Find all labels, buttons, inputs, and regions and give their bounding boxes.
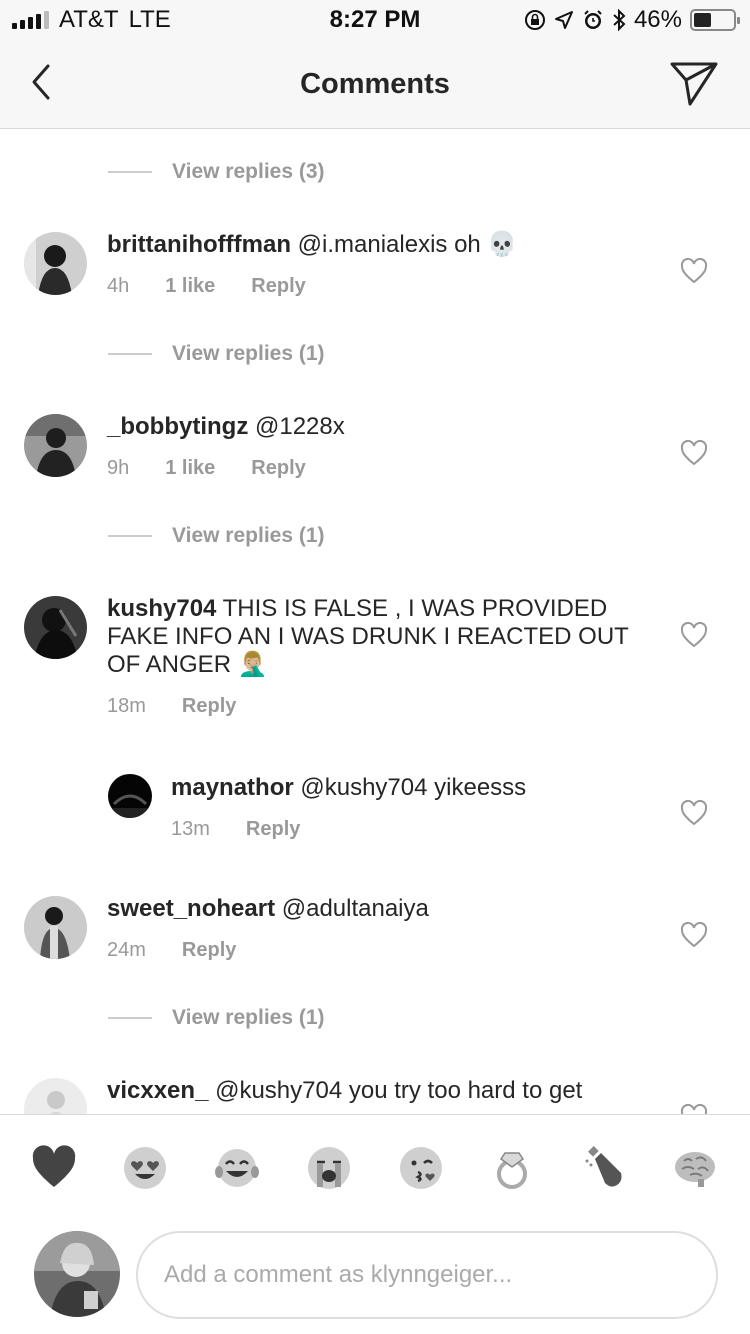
comment-username[interactable]: kushy704 [107, 595, 216, 622]
avatar[interactable] [24, 232, 87, 295]
comments-list[interactable]: View replies (3) brittanihofffman @i.man… [0, 130, 750, 1115]
reply-button[interactable]: Reply [246, 818, 300, 841]
rotation-lock-icon [524, 10, 545, 30]
comment-likes[interactable]: 1 like [165, 457, 215, 480]
reply-button[interactable]: Reply [182, 939, 236, 962]
comment-username[interactable]: vicxxen_ [107, 1077, 208, 1104]
comment-username[interactable]: sweet_noheart [107, 895, 275, 922]
avatar[interactable] [24, 896, 87, 959]
comment-input[interactable] [136, 1231, 718, 1319]
bluetooth-icon [613, 9, 626, 31]
comment-text-line: THIS IS FALSE , I WAS PROVIDED [222, 595, 608, 622]
comment-text: @1228x [255, 413, 345, 440]
heart-icon[interactable] [680, 440, 708, 466]
divider [108, 1017, 152, 1019]
view-replies-label: View replies (1) [172, 524, 325, 547]
comment-time: 18m [107, 695, 146, 717]
current-user-avatar [34, 1231, 120, 1317]
comment-likes[interactable]: 1 like [165, 275, 215, 298]
comment-username[interactable]: brittanihofffman [107, 231, 291, 258]
heart-icon[interactable] [680, 922, 708, 948]
avatar[interactable] [24, 414, 87, 477]
page-title: Comments [300, 68, 450, 100]
view-replies-button[interactable]: View replies (3) [108, 160, 325, 184]
comment-username[interactable]: maynathor [171, 774, 294, 801]
view-replies-label: View replies (1) [172, 342, 325, 365]
battery-fill [694, 13, 712, 27]
battery-icon [690, 9, 740, 31]
view-replies-button[interactable]: View replies (1) [108, 1006, 325, 1030]
tears-of-joy-emoji[interactable] [214, 1145, 260, 1191]
comment-text: @adultanaiya [281, 895, 429, 922]
reply-button[interactable]: Reply [251, 457, 305, 480]
comment-time: 9h [107, 457, 130, 479]
avatar[interactable] [108, 774, 152, 818]
loudly-crying-emoji[interactable] [306, 1145, 352, 1191]
reply-button[interactable]: Reply [251, 275, 305, 298]
reply-button[interactable]: Reply [182, 695, 236, 718]
alarm-icon [584, 10, 602, 29]
comment-text-line: FAKE INFO AN I WAS DRUNK I REACTED OUT [107, 623, 629, 650]
comment-time: 24m [107, 939, 146, 961]
comment-text: @kushy704 you try too hard to get [215, 1077, 583, 1104]
bottle-with-popping-cork-emoji[interactable] [581, 1145, 627, 1191]
view-replies-button[interactable]: View replies (1) [108, 524, 325, 548]
battery-percent: 46% [633, 6, 682, 33]
face-blowing-kiss-emoji[interactable] [398, 1145, 444, 1191]
location-icon [554, 11, 573, 29]
comment-username[interactable]: _bobbytingz [107, 413, 248, 440]
view-replies-label: View replies (3) [172, 160, 325, 183]
view-replies-button[interactable]: View replies (1) [108, 342, 325, 366]
emoji-quick-bar [0, 1114, 750, 1216]
view-replies-label: View replies (1) [172, 1006, 325, 1029]
status-bar: AT&T LTE 8:27 PM 46% [0, 0, 750, 40]
brain-emoji[interactable] [672, 1145, 718, 1191]
heart-icon[interactable] [680, 622, 708, 648]
divider [108, 171, 152, 173]
heart-icon[interactable] [680, 800, 708, 826]
comment-text-line: OF ANGER 🤦🏼‍♂️ [107, 651, 268, 678]
avatar[interactable] [24, 1078, 87, 1115]
comment-text: @i.manialexis oh 💀 [297, 231, 518, 258]
comment-text: @kushy704 yikeesss [300, 774, 527, 801]
comment-time: 4h [107, 275, 130, 297]
heart-eyes-emoji[interactable] [122, 1145, 168, 1191]
avatar[interactable] [24, 596, 87, 659]
divider [108, 535, 152, 537]
heart-icon[interactable] [680, 258, 708, 284]
nav-bar: Comments [0, 40, 750, 129]
black-heart-emoji[interactable] [31, 1145, 77, 1191]
ring-emoji[interactable] [489, 1145, 535, 1191]
divider [108, 353, 152, 355]
direct-send-icon[interactable] [668, 58, 720, 108]
comment-time: 13m [171, 818, 210, 840]
